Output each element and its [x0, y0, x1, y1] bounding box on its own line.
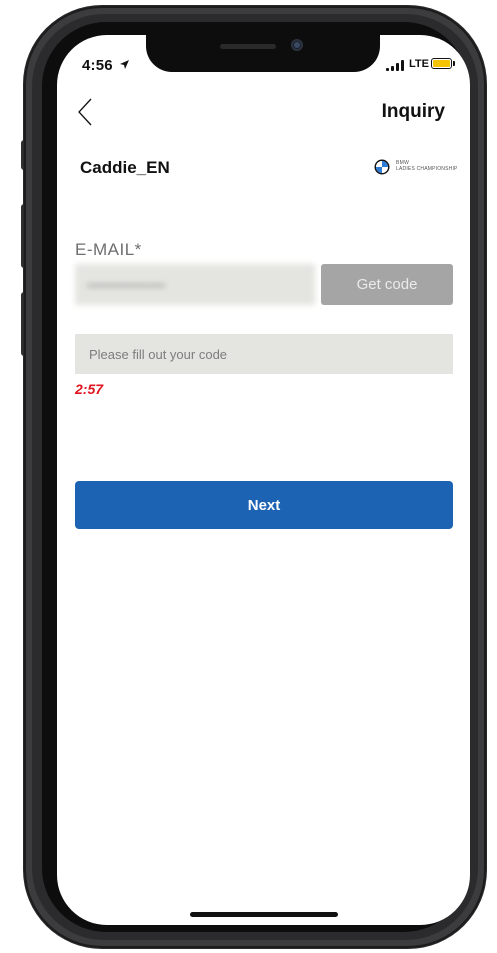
- home-indicator[interactable]: [190, 912, 338, 917]
- get-code-button[interactable]: Get code: [321, 264, 453, 305]
- battery-icon: [431, 58, 452, 69]
- network-type: LTE: [409, 58, 429, 70]
- page-title: Inquiry: [381, 101, 445, 122]
- brand-line2: LADIES CHAMPIONSHIP: [396, 166, 458, 172]
- brand-logo: BMW LADIES CHAMPIONSHIP: [376, 160, 464, 176]
- speaker-grille: [220, 44, 276, 49]
- back-button[interactable]: [72, 96, 100, 128]
- battery-cap: [453, 61, 455, 66]
- verification-code-input[interactable]: [75, 334, 453, 374]
- email-label: E-MAIL*: [75, 240, 142, 259]
- chevron-left-icon: [78, 98, 92, 126]
- front-camera: [291, 39, 303, 51]
- signal-strength-icon: [386, 60, 408, 71]
- app-title: Caddie_EN: [80, 158, 170, 177]
- status-time: 4:56: [82, 57, 113, 74]
- notch: [146, 35, 380, 72]
- location-arrow-icon: [120, 60, 129, 69]
- bmw-roundel-icon: [376, 161, 388, 173]
- countdown-timer: 2:57: [75, 381, 104, 397]
- email-field[interactable]: [75, 264, 315, 305]
- next-button[interactable]: Next: [75, 481, 453, 529]
